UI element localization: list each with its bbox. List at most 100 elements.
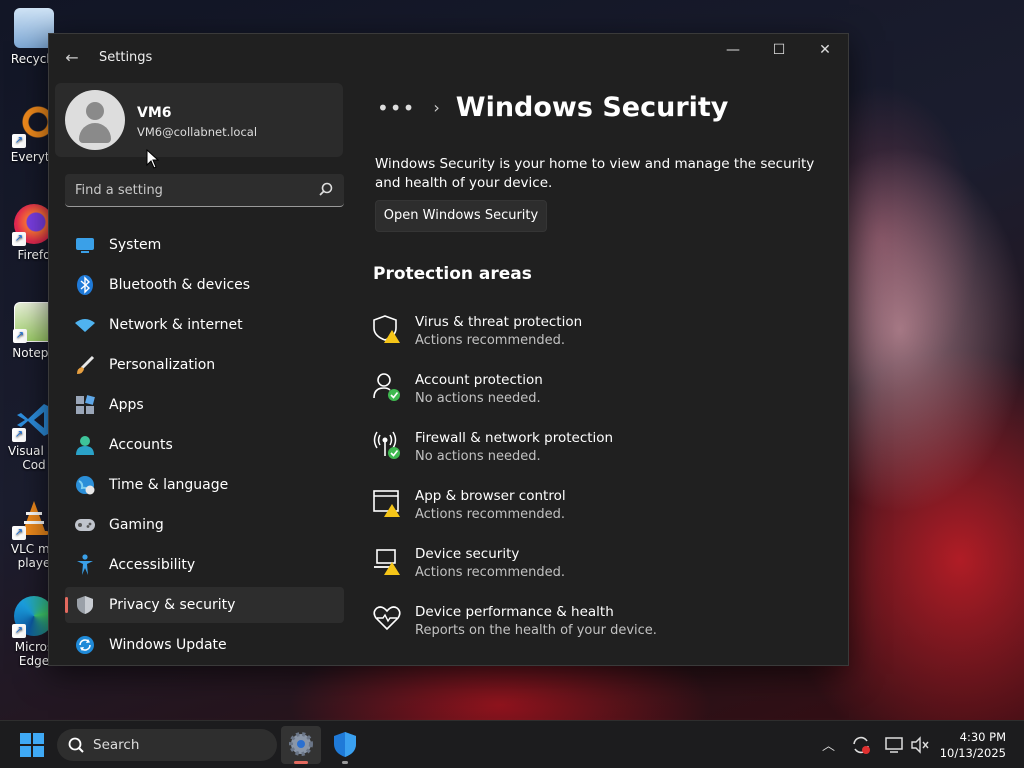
running-indicator xyxy=(342,761,348,764)
windows-security-shield-icon xyxy=(334,732,356,757)
settings-nav: System Bluetooth & devices Network & int… xyxy=(65,227,344,665)
nav-label: Accessibility xyxy=(109,557,196,573)
brush-icon xyxy=(74,354,96,376)
nav-item-accessibility[interactable]: Accessibility xyxy=(65,547,344,583)
gamepad-icon xyxy=(74,514,96,536)
update-icon xyxy=(74,634,96,656)
maximize-button[interactable]: ☐ xyxy=(756,34,802,66)
avatar-body xyxy=(79,123,111,143)
browser-warning-icon xyxy=(373,490,400,517)
active-indicator xyxy=(294,761,308,764)
system-clock[interactable]: 4:30 PM 10/13/2025 xyxy=(940,729,1006,761)
find-setting-input[interactable] xyxy=(65,174,315,206)
shield-icon xyxy=(74,594,96,616)
sync-alert-icon[interactable] xyxy=(851,735,871,755)
protection-area-device-security[interactable]: Device security Actions recommended. xyxy=(373,543,823,601)
accessibility-icon xyxy=(74,554,96,576)
nav-item-windows-update[interactable]: Windows Update xyxy=(65,627,344,663)
title-bar[interactable]: ← Settings — ☐ ✕ xyxy=(49,34,848,82)
mouse-cursor-icon xyxy=(146,149,160,169)
area-title: Firewall & network protection xyxy=(415,430,614,446)
breadcrumb: ••• › Windows Security xyxy=(377,92,728,123)
area-status: No actions needed. xyxy=(415,449,541,464)
wifi-icon xyxy=(74,314,96,336)
open-windows-security-button[interactable]: Open Windows Security xyxy=(375,200,547,232)
profile-email: VM6@collabnet.local xyxy=(137,125,258,139)
nav-label: Personalization xyxy=(109,357,216,373)
nav-item-apps[interactable]: Apps xyxy=(65,387,344,423)
area-title: Device performance & health xyxy=(415,604,614,620)
nav-item-personalization[interactable]: Personalization xyxy=(65,347,344,383)
avatar-head xyxy=(86,102,104,120)
search-icon xyxy=(319,182,333,196)
area-status: Actions recommended. xyxy=(415,507,565,522)
windows-start-icon[interactable] xyxy=(20,733,44,757)
protection-area-virus-threat[interactable]: Virus & threat protection Actions recomm… xyxy=(373,311,823,369)
minimize-button[interactable]: — xyxy=(710,34,756,66)
nav-item-accounts[interactable]: Accounts xyxy=(65,427,344,463)
clock-time: 4:30 PM xyxy=(959,730,1006,744)
profile-name: VM6 xyxy=(137,105,172,121)
nav-label: Gaming xyxy=(109,517,164,533)
taskbar-search[interactable]: Search xyxy=(57,729,277,761)
user-profile-card[interactable]: VM6 VM6@collabnet.local xyxy=(55,83,343,157)
protection-area-app-browser[interactable]: App & browser control Actions recommende… xyxy=(373,485,823,543)
nav-label: Privacy & security xyxy=(109,597,236,613)
area-title: Device security xyxy=(415,546,520,562)
apps-icon xyxy=(74,394,96,416)
nav-item-time-language[interactable]: Time & language xyxy=(65,467,344,503)
page-title: Windows Security xyxy=(455,92,729,123)
accounts-icon xyxy=(74,434,96,456)
close-button[interactable]: ✕ xyxy=(802,34,848,66)
taskbar: Search ︿ 4:30 PM 10/13/2025 xyxy=(0,720,1024,768)
settings-window: ← Settings — ☐ ✕ VM6 VM6@collabnet.local… xyxy=(48,33,849,666)
taskbar-search-label: Search xyxy=(93,737,140,753)
globe-clock-icon xyxy=(74,474,96,496)
nav-label: Apps xyxy=(109,397,144,413)
volume-muted-icon[interactable] xyxy=(910,735,930,755)
back-arrow-icon[interactable]: ← xyxy=(61,48,83,68)
protection-area-performance-health[interactable]: Device performance & health Reports on t… xyxy=(373,601,823,659)
area-status: Actions recommended. xyxy=(415,333,565,348)
taskbar-settings-app[interactable] xyxy=(281,726,321,764)
clock-date: 10/13/2025 xyxy=(939,746,1006,760)
area-status: No actions needed. xyxy=(415,391,541,406)
find-setting-box[interactable] xyxy=(65,174,344,207)
chevron-up-icon[interactable]: ︿ xyxy=(822,735,835,754)
heart-icon xyxy=(373,606,401,631)
page-description: Windows Security is your home to view an… xyxy=(375,156,815,191)
avatar xyxy=(65,90,125,150)
nav-item-system[interactable]: System xyxy=(65,227,344,263)
protection-area-firewall[interactable]: Firewall & network protection No actions… xyxy=(373,427,823,485)
search-icon xyxy=(68,737,84,753)
breadcrumb-more-button[interactable]: ••• xyxy=(377,96,415,120)
section-title: Protection areas xyxy=(373,264,532,284)
nav-item-network[interactable]: Network & internet xyxy=(65,307,344,343)
virus-shield-warning-icon xyxy=(373,315,400,343)
nav-item-privacy-security[interactable]: Privacy & security xyxy=(65,587,344,623)
chevron-right-icon: › xyxy=(433,98,440,117)
area-title: Account protection xyxy=(415,372,543,388)
firewall-check-icon xyxy=(373,431,400,459)
account-check-icon xyxy=(373,373,400,401)
taskbar-windows-security-app[interactable] xyxy=(325,726,365,764)
bluetooth-icon xyxy=(74,274,96,296)
nav-label: Windows Update xyxy=(109,637,227,653)
nav-item-bluetooth[interactable]: Bluetooth & devices xyxy=(65,267,344,303)
nav-item-gaming[interactable]: Gaming xyxy=(65,507,344,543)
system-icon xyxy=(74,234,96,256)
area-title: App & browser control xyxy=(415,488,566,504)
nav-label: Time & language xyxy=(109,477,229,493)
area-status: Reports on the health of your device. xyxy=(415,623,657,638)
network-icon[interactable] xyxy=(884,735,904,755)
protection-areas-list: Virus & threat protection Actions recomm… xyxy=(373,311,823,659)
settings-gear-icon xyxy=(289,732,313,756)
nav-label: Bluetooth & devices xyxy=(109,277,251,293)
nav-label: Accounts xyxy=(109,437,173,453)
area-title: Virus & threat protection xyxy=(415,314,583,330)
nav-label: Network & internet xyxy=(109,317,243,333)
app-title: Settings xyxy=(99,50,153,65)
protection-area-account[interactable]: Account protection No actions needed. xyxy=(373,369,823,427)
nav-label: System xyxy=(109,237,162,253)
laptop-warning-icon xyxy=(374,549,400,575)
